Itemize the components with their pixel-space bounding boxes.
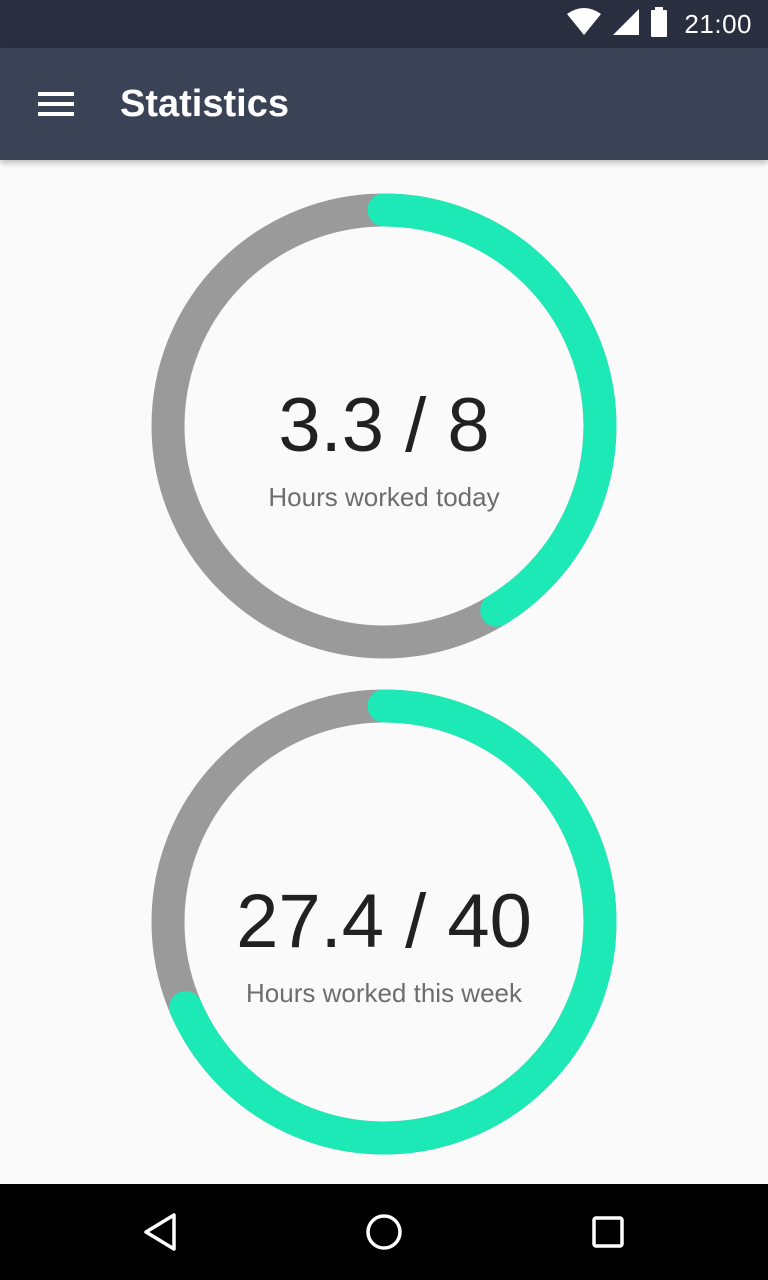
status-icons: 21:00 bbox=[566, 0, 752, 48]
page-title: Statistics bbox=[120, 83, 289, 125]
daily-hours-ring: 3.3 / 8 Hours worked today bbox=[150, 192, 618, 660]
weekly-hours-ring: 27.4 / 40 Hours worked this week bbox=[150, 688, 618, 1156]
battery-icon bbox=[650, 6, 668, 42]
back-icon[interactable] bbox=[136, 1208, 184, 1256]
statistics-content: 3.3 / 8 Hours worked today 27.4 / 40 Hou… bbox=[0, 160, 768, 1184]
daily-hours-value: 3.3 / 8 bbox=[278, 383, 490, 468]
hamburger-menu-icon[interactable] bbox=[28, 78, 84, 130]
daily-hours-label: Hours worked today bbox=[268, 482, 500, 512]
status-bar: 21:00 bbox=[0, 0, 768, 48]
cell-signal-icon bbox=[612, 8, 640, 41]
weekly-hours-label: Hours worked this week bbox=[246, 978, 522, 1008]
home-icon[interactable] bbox=[360, 1208, 408, 1256]
app-bar: Statistics bbox=[0, 48, 768, 160]
navigation-bar bbox=[0, 1184, 768, 1280]
status-time: 21:00 bbox=[684, 8, 752, 39]
wifi-icon bbox=[566, 7, 602, 41]
recents-icon[interactable] bbox=[584, 1208, 632, 1256]
weekly-hours-value: 27.4 / 40 bbox=[236, 879, 532, 964]
